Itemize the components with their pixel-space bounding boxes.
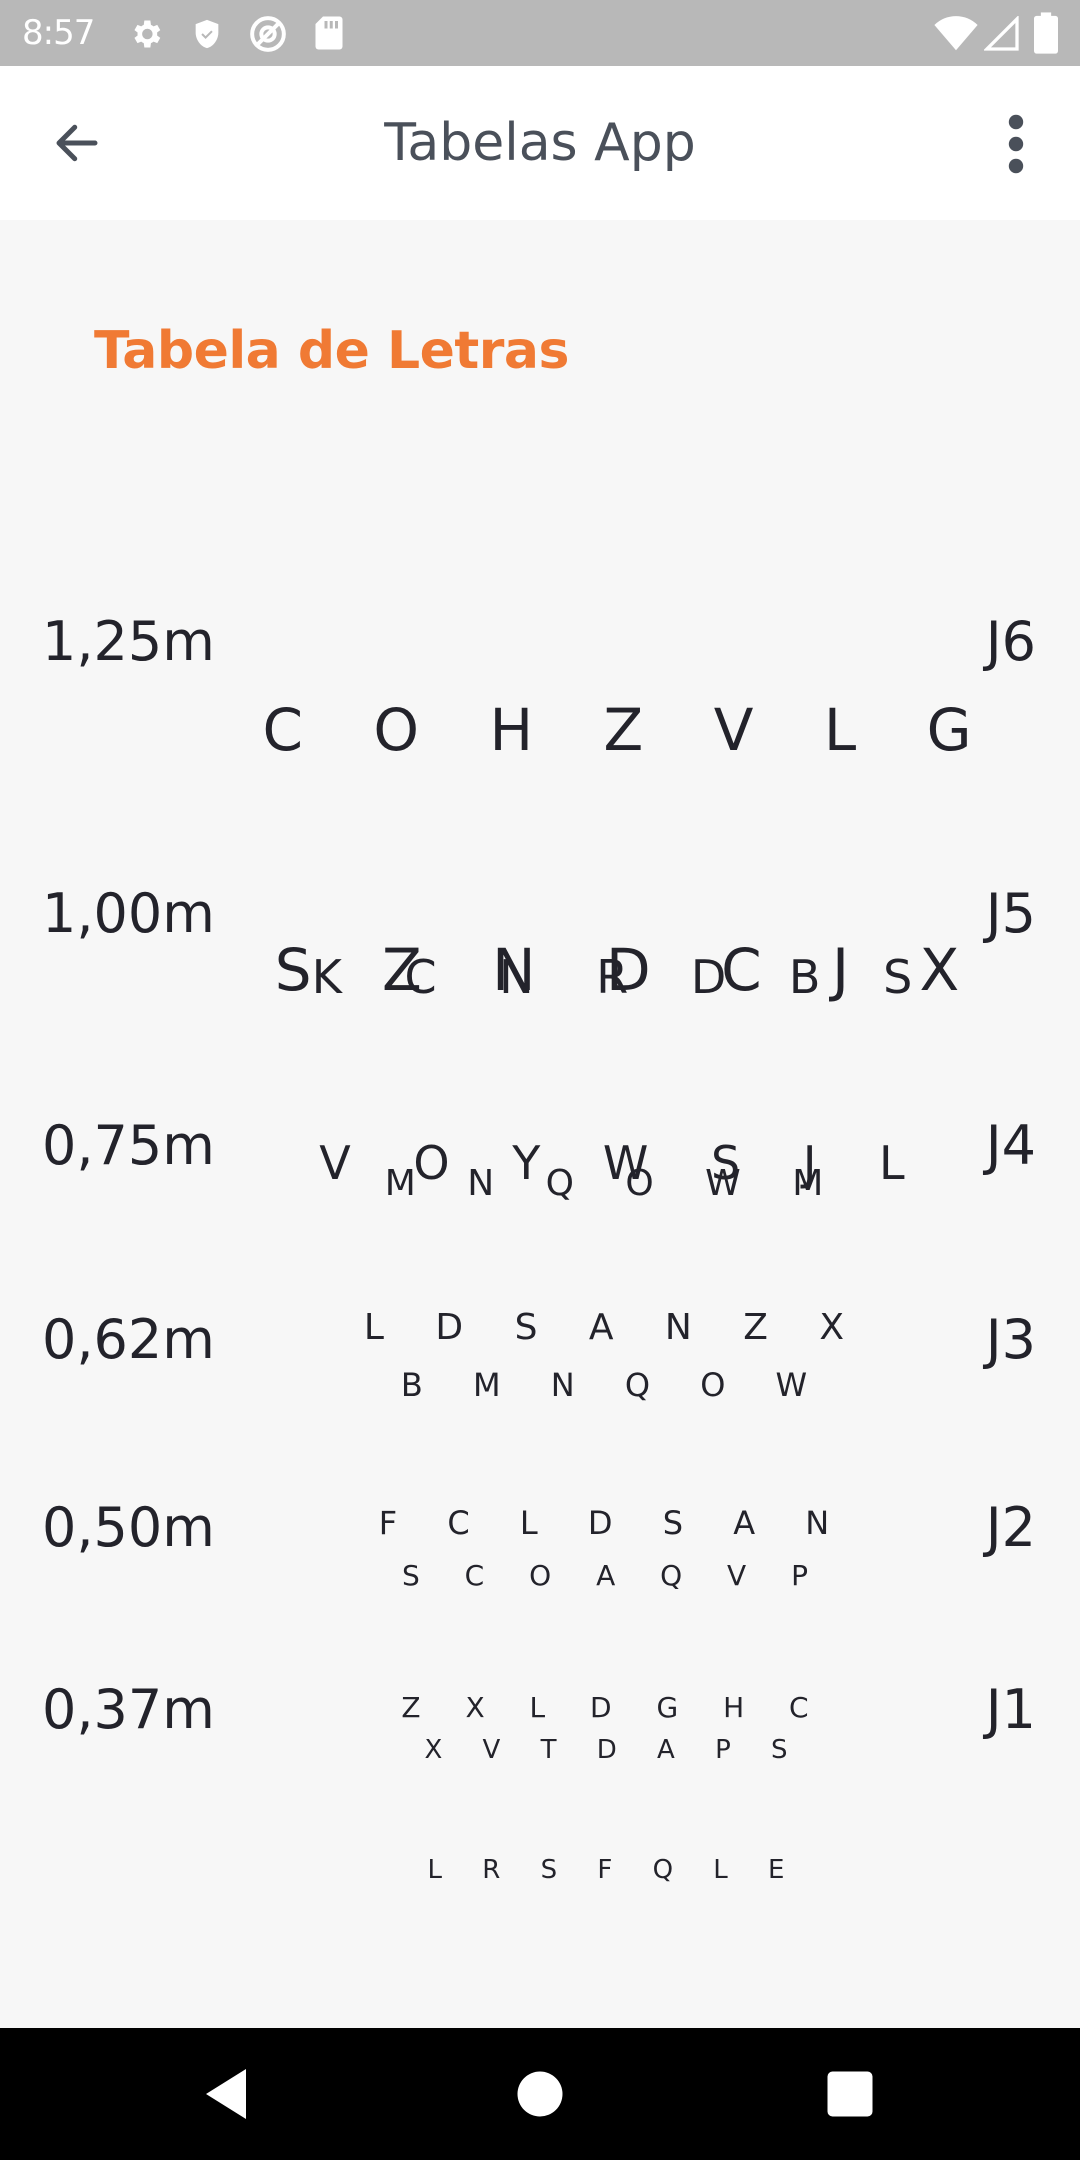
jaeger-label: J4	[985, 1114, 1036, 1177]
jaeger-label: J1	[985, 1678, 1036, 1741]
letters-line-2: L R S F Q L E	[427, 1855, 801, 1885]
jaeger-label: J3	[985, 1308, 1036, 1371]
status-time: 8:57	[22, 13, 95, 53]
letters-line-1: M N Q O W M	[384, 1163, 844, 1204]
app-bar: Tabelas App	[0, 66, 1080, 220]
distance-label: 0,62m	[42, 1308, 215, 1371]
distance-label: 1,00m	[42, 882, 215, 945]
shield-icon	[195, 19, 219, 49]
more-vertical-icon[interactable]	[996, 112, 1036, 176]
chart-row-1-00m: 1,00m K C N R D B S V O Y W S J L J5	[0, 822, 1080, 1191]
letters-line-1: C O H Z V L G	[262, 696, 998, 764]
back-triangle-icon[interactable]	[196, 2064, 256, 2124]
distance-label: 0,37m	[42, 1678, 215, 1741]
jaeger-label: J2	[985, 1496, 1036, 1559]
section-title: Tabela de Letras	[94, 321, 569, 381]
letters-line-1: B M N Q O W	[400, 1366, 828, 1404]
home-circle-icon[interactable]	[510, 2064, 570, 2124]
jaeger-label: J5	[985, 882, 1036, 945]
recents-square-icon[interactable]	[820, 2064, 880, 2124]
letters-line-1: X V T D A P S	[424, 1735, 804, 1765]
chart-row-0-50m: 0,50m S C O A Q V P Z X L D G H C J2	[0, 1466, 1080, 1725]
chart-row-0-75m: 0,75m M N Q O W M L D S A N Z X J4	[0, 1064, 1080, 1349]
signal-icon	[984, 16, 1019, 51]
at-sign-icon	[250, 16, 286, 52]
letters-line-1: K C N R D B S	[311, 950, 937, 1004]
navigation-bar	[0, 2028, 1080, 2160]
settings-gear-icon	[134, 20, 161, 48]
status-bar: 8:57	[0, 0, 1080, 66]
distance-label: 0,50m	[42, 1496, 215, 1559]
chart-row-0-62m: 0,62m B M N Q O W F C L D S A N J3	[0, 1270, 1080, 1543]
letter-lines: X V T D A P S L R S F Q L E	[224, 1650, 1004, 1970]
chart-row-0-37m: 0,37m X V T D A P S L R S F Q L E J1	[0, 1650, 1080, 1886]
sd-card-icon	[315, 16, 343, 50]
battery-icon	[1034, 12, 1058, 54]
letters-line-1: S C O A Q V P	[402, 1559, 826, 1592]
distance-label: 0,75m	[42, 1114, 215, 1177]
chart-row-1-25m: 1,25m C O H Z V L G S Z N D C J X J6	[0, 530, 1080, 1005]
app-title: Tabelas App	[384, 113, 696, 173]
distance-label: 1,25m	[42, 610, 215, 673]
jaeger-label: J6	[985, 610, 1036, 673]
wifi-icon	[934, 16, 978, 51]
